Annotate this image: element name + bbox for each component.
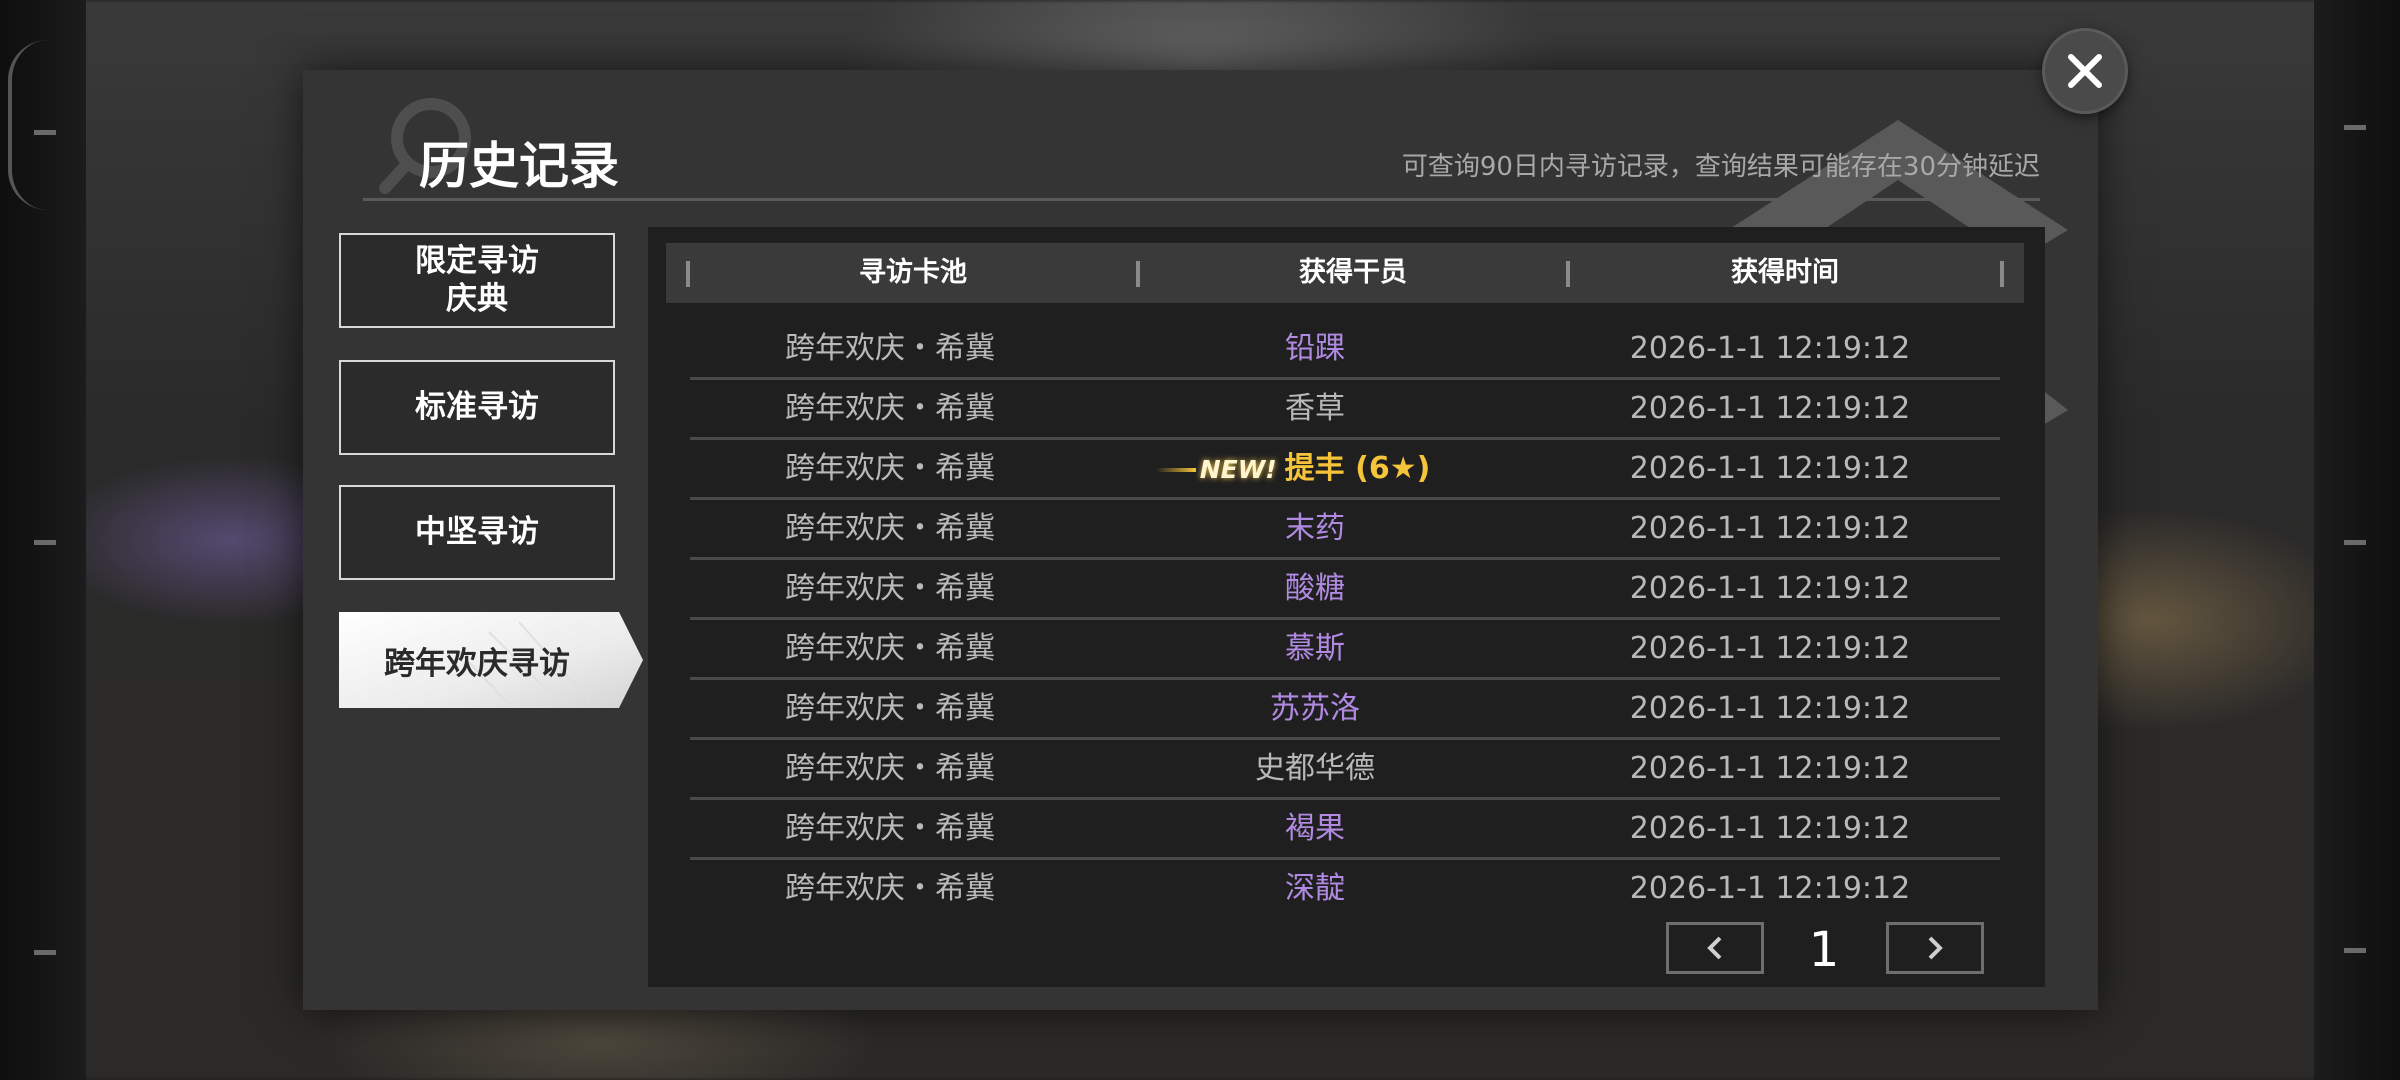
header-pool: 寻访卡池 xyxy=(859,257,967,288)
right-frame-mark xyxy=(2344,948,2366,953)
right-frame xyxy=(2314,0,2400,1080)
title-divider xyxy=(363,198,2040,201)
header-time: 获得时间 xyxy=(1731,257,1839,288)
cell-time: 2026-1-1 12:19:12 xyxy=(1629,811,1911,846)
cell-pool: 跨年欢庆・希冀 xyxy=(785,811,995,846)
cell-operator: 酸糖 xyxy=(1285,571,1345,606)
left-frame xyxy=(0,0,86,1080)
table-row: 跨年欢庆・希冀 末药 2026-1-1 12:19:12 xyxy=(690,500,2000,560)
left-frame-mark xyxy=(34,540,56,545)
cell-operator-new: NEW! 提丰 (6★) xyxy=(1090,440,1540,497)
operator-name: 提丰 (6★) xyxy=(1284,451,1431,486)
cell-operator: 深靛 xyxy=(1285,871,1345,906)
cell-operator: 末药 xyxy=(1285,511,1345,546)
cell-operator: 苏苏洛 xyxy=(1270,691,1360,726)
tab-label: 跨年欢庆寻访 xyxy=(384,645,570,682)
cell-pool: 跨年欢庆・希冀 xyxy=(785,691,995,726)
chevron-left-icon xyxy=(1707,936,1722,960)
cell-time: 2026-1-1 12:19:12 xyxy=(1629,691,1911,726)
table-row: 跨年欢庆・希冀 酸糖 2026-1-1 12:19:12 xyxy=(690,560,2000,620)
cell-operator: 慕斯 xyxy=(1285,631,1345,666)
cell-pool: 跨年欢庆・希冀 xyxy=(785,871,995,906)
right-frame-mark xyxy=(2344,540,2366,545)
cell-pool: 跨年欢庆・希冀 xyxy=(785,331,995,366)
left-frame-arc xyxy=(8,40,48,210)
cell-pool: 跨年欢庆・希冀 xyxy=(785,571,995,606)
cell-time: 2026-1-1 12:19:12 xyxy=(1629,511,1911,546)
cell-time: 2026-1-1 12:19:12 xyxy=(1629,631,1911,666)
cell-time: 2026-1-1 12:19:12 xyxy=(1629,571,1911,606)
cell-operator: 铅踝 xyxy=(1285,331,1345,366)
header-separator xyxy=(2000,261,2004,287)
history-dialog: 历史记录 可查询90日内寻访记录，查询结果可能存在30分钟延迟 限定寻访庆典 标… xyxy=(303,70,2098,1010)
tab-label: 标准寻访 xyxy=(415,388,539,425)
table-row: 跨年欢庆・希冀 史都华德 2026-1-1 12:19:12 xyxy=(690,740,2000,800)
table-row: 跨年欢庆・希冀 NEW! 提丰 (6★) 2026-1-1 12:19:12 xyxy=(690,440,2000,500)
cell-time: 2026-1-1 12:19:12 xyxy=(1629,751,1911,786)
history-table: 寻访卡池 获得干员 获得时间 跨年欢庆・希冀 铅踝 2026-1-1 12:19… xyxy=(648,227,2045,987)
right-frame-mark xyxy=(2344,125,2366,130)
left-frame-mark xyxy=(34,130,56,135)
tab-limited-celebration[interactable]: 限定寻访庆典 xyxy=(339,233,615,328)
cell-operator: 史都华德 xyxy=(1255,751,1375,786)
tab-label: 限定寻访庆典 xyxy=(415,243,539,317)
new-badge: NEW! xyxy=(1155,441,1277,498)
table-header: 寻访卡池 获得干员 获得时间 xyxy=(666,243,2024,303)
cell-operator: 香草 xyxy=(1285,391,1345,426)
table-row: 跨年欢庆・希冀 慕斯 2026-1-1 12:19:12 xyxy=(690,620,2000,680)
header-operator: 获得干员 xyxy=(1299,257,1407,288)
tab-standard[interactable]: 标准寻访 xyxy=(339,360,615,455)
page-number: 1 xyxy=(1808,922,1840,978)
left-frame-mark xyxy=(34,950,56,955)
cell-time: 2026-1-1 12:19:12 xyxy=(1629,871,1911,906)
tab-new-year[interactable]: 跨年欢庆寻访 xyxy=(339,612,645,708)
close-icon xyxy=(2068,54,2102,88)
close-button[interactable] xyxy=(2042,28,2128,114)
table-row: 跨年欢庆・希冀 香草 2026-1-1 12:19:12 xyxy=(690,380,2000,440)
table-row: 跨年欢庆・希冀 苏苏洛 2026-1-1 12:19:12 xyxy=(690,680,2000,740)
cell-pool: 跨年欢庆・希冀 xyxy=(785,451,995,486)
prev-page-button[interactable] xyxy=(1666,922,1764,974)
page-subtitle: 可查询90日内寻访记录，查询结果可能存在30分钟延迟 xyxy=(1401,152,2040,182)
tab-label: 中坚寻访 xyxy=(415,513,539,550)
cell-pool: 跨年欢庆・希冀 xyxy=(785,511,995,546)
cell-time: 2026-1-1 12:19:12 xyxy=(1629,331,1911,366)
page-title: 历史记录 xyxy=(419,137,619,195)
tab-core[interactable]: 中坚寻访 xyxy=(339,485,615,580)
cell-operator: 褐果 xyxy=(1285,811,1345,846)
cell-pool: 跨年欢庆・希冀 xyxy=(785,391,995,426)
table-row: 跨年欢庆・希冀 铅踝 2026-1-1 12:19:12 xyxy=(690,320,2000,380)
table-row: 跨年欢庆・希冀 褐果 2026-1-1 12:19:12 xyxy=(690,800,2000,860)
cell-pool: 跨年欢庆・希冀 xyxy=(785,631,995,666)
table-row: 跨年欢庆・希冀 深靛 2026-1-1 12:19:12 xyxy=(690,860,2000,920)
cell-time: 2026-1-1 12:19:12 xyxy=(1629,391,1911,426)
next-page-button[interactable] xyxy=(1886,922,1984,974)
cell-time: 2026-1-1 12:19:12 xyxy=(1629,451,1911,486)
chevron-right-icon xyxy=(1928,936,1943,960)
cell-pool: 跨年欢庆・希冀 xyxy=(785,751,995,786)
